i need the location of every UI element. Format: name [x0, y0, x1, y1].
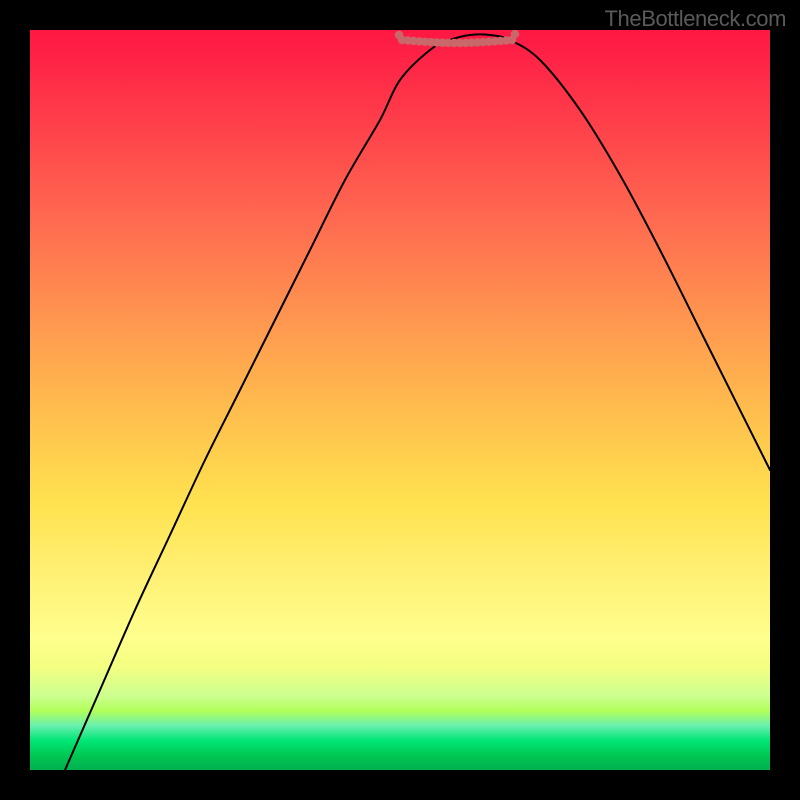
- optimal-dot-end: [395, 31, 403, 39]
- bottleneck-curve: [65, 34, 770, 770]
- watermark-text: TheBottleneck.com: [604, 6, 786, 32]
- chart-svg: [30, 30, 770, 770]
- optimal-dot-end: [511, 30, 519, 38]
- plot-area: [30, 30, 770, 770]
